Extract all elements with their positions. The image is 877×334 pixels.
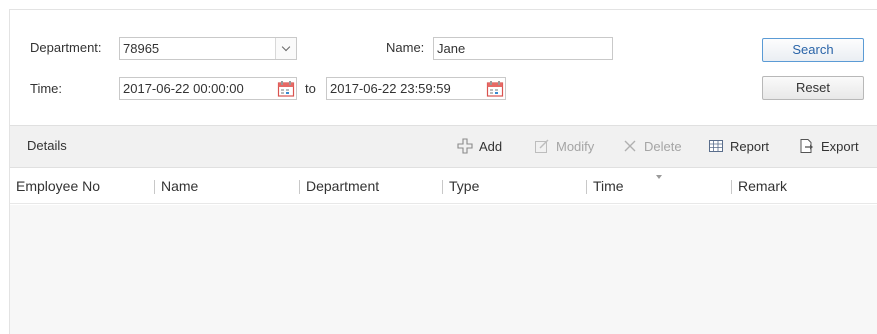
export-button[interactable]: Export	[799, 138, 859, 154]
modify-label: Modify	[556, 138, 595, 154]
calendar-icon[interactable]	[277, 80, 295, 98]
name-value: Jane	[437, 41, 466, 56]
department-select[interactable]: 78965	[119, 37, 297, 60]
time-label: Time:	[30, 81, 63, 96]
search-button[interactable]: Search	[762, 38, 864, 62]
column-divider[interactable]	[586, 180, 587, 194]
panel-top-border	[10, 9, 877, 10]
add-label: Add	[479, 138, 503, 154]
close-icon	[622, 138, 638, 154]
details-toolbar: Details Add Modify Delete Report Export	[10, 125, 877, 168]
department-value: 78965	[123, 41, 160, 56]
plus-icon	[457, 138, 473, 154]
table-header: Employee No Name Department Type Time Re…	[10, 168, 877, 204]
column-divider[interactable]	[731, 180, 732, 194]
column-header-department[interactable]: Department	[306, 168, 379, 204]
column-divider[interactable]	[442, 180, 443, 194]
column-header-time[interactable]: Time	[593, 168, 624, 204]
report-icon	[708, 138, 724, 154]
edit-icon	[534, 138, 550, 154]
column-header-type[interactable]: Type	[449, 168, 479, 204]
calendar-icon[interactable]	[486, 80, 504, 98]
delete-label: Delete	[644, 138, 682, 154]
delete-button[interactable]: Delete	[622, 138, 682, 154]
time-from-value: 2017-06-22 00:00:00	[123, 81, 244, 96]
export-icon	[799, 138, 815, 154]
column-header-employee-no[interactable]: Employee No	[16, 168, 100, 204]
reset-button[interactable]: Reset	[762, 76, 864, 100]
report-button[interactable]: Report	[708, 138, 769, 154]
details-title: Details	[27, 138, 67, 153]
chevron-down-icon[interactable]	[275, 38, 296, 59]
time-from-input[interactable]: 2017-06-22 00:00:00	[119, 77, 297, 100]
report-label: Report	[730, 138, 770, 154]
column-divider[interactable]	[299, 180, 300, 194]
column-divider[interactable]	[154, 180, 155, 194]
time-to-input[interactable]: 2017-06-22 23:59:59	[326, 77, 506, 100]
column-header-remark[interactable]: Remark	[738, 168, 787, 204]
name-input[interactable]: Jane	[433, 37, 613, 60]
name-label: Name:	[386, 40, 425, 55]
modify-button[interactable]: Modify	[534, 138, 594, 154]
export-label: Export	[821, 138, 859, 154]
time-to-label: to	[305, 81, 316, 96]
add-button[interactable]: Add	[457, 138, 502, 154]
column-header-name[interactable]: Name	[161, 168, 198, 204]
department-label: Department:	[30, 40, 102, 55]
time-to-value: 2017-06-22 23:59:59	[330, 81, 451, 96]
table-body	[10, 205, 877, 334]
sort-arrow-icon[interactable]	[656, 175, 662, 179]
